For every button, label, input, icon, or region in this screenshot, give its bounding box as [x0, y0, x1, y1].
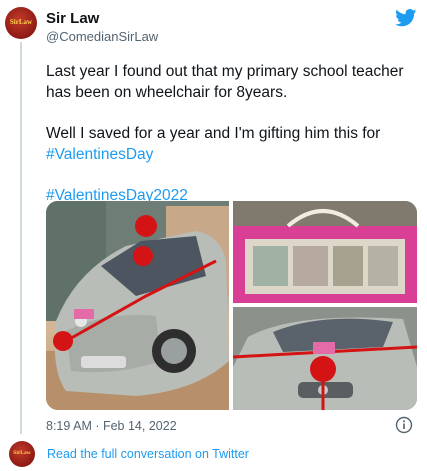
media-grid: [46, 201, 417, 410]
tweet-timestamp[interactable]: 8:19 AM · Feb 14, 2022: [46, 419, 177, 433]
avatar[interactable]: SirLaw: [5, 7, 37, 39]
tweet-line-2: Well I saved for a year and I'm gifting …: [46, 125, 381, 142]
tweet-paragraph-2: Well I saved for a year and I'm gifting …: [46, 123, 416, 165]
twitter-bird-icon[interactable]: [395, 9, 417, 27]
hashtag-valentinesday[interactable]: #ValentinesDay: [46, 146, 153, 163]
read-full-conversation-link[interactable]: Read the full conversation on Twitter: [47, 447, 249, 461]
photo-silver-suv-red-bows[interactable]: [46, 201, 229, 410]
tweet-paragraph-1: Last year I found out that my primary sc…: [46, 63, 404, 101]
reply-avatar[interactable]: SirLaw: [9, 441, 35, 467]
photo-suv-front-red-ribbon[interactable]: [233, 307, 417, 410]
thread-line: [20, 42, 22, 434]
photo-pink-gift-bag-cash[interactable]: [233, 201, 417, 303]
reply-avatar-text: SirLaw: [13, 450, 31, 456]
author-name[interactable]: Sir Law: [46, 10, 99, 27]
author-handle[interactable]: @ComedianSirLaw: [46, 29, 158, 44]
tweet-embed-card: SirLaw Sir Law @ComedianSirLaw Last year…: [0, 0, 427, 471]
avatar-text: SirLaw: [9, 18, 33, 26]
info-icon[interactable]: [395, 416, 413, 434]
